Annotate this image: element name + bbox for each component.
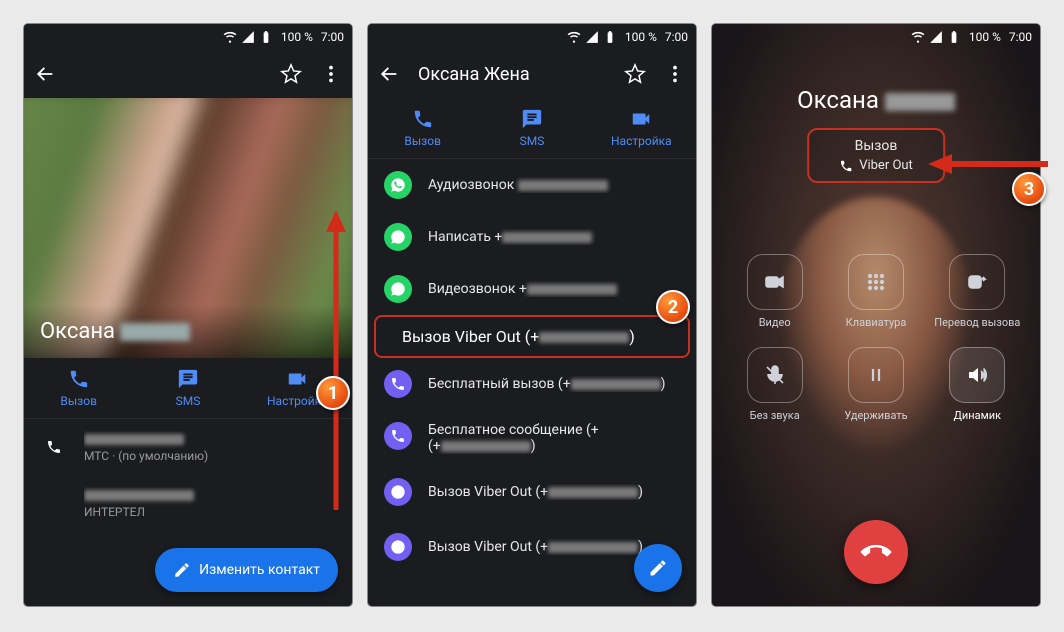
action-tabs: Вызов SMS Настройка [368, 98, 696, 159]
phone-number-row-1[interactable]: МТС · (по умолчанию) [24, 419, 352, 475]
battery-icon [603, 30, 617, 44]
status-bar: 100 % 7:00 [368, 24, 696, 50]
back-icon[interactable] [34, 63, 56, 85]
wifi-icon [223, 30, 237, 44]
tab-sms[interactable]: SMS [133, 358, 242, 418]
annotation-badge-3: 3 [1012, 172, 1046, 206]
battery-percent: 100 % [969, 30, 1001, 44]
btn-mute[interactable]: Без звука [724, 347, 825, 422]
annotation-badge-2: 2 [656, 290, 690, 324]
phone-icon [68, 368, 90, 390]
message-icon [177, 368, 199, 390]
wifi-icon [567, 30, 581, 44]
action-tabs: Вызов SMS Настройка [24, 358, 352, 419]
video-icon [286, 368, 308, 390]
call-contact-name: Оксана [712, 86, 1040, 114]
status-bar: 100 % 7:00 [712, 24, 1040, 50]
signal-icon [929, 30, 943, 44]
tab-sms[interactable]: SMS [477, 98, 586, 158]
phone-icon [412, 108, 434, 130]
call-controls: Видео Клавиатура Перевод вызова Без звук… [712, 254, 1040, 422]
row-whatsapp-audio[interactable]: Аудиозвонок [368, 159, 696, 211]
viber-icon [390, 484, 406, 500]
star-icon[interactable] [624, 63, 646, 85]
speaker-icon [965, 363, 989, 387]
viber-icon [390, 428, 406, 444]
contact-photo: Оксана [24, 98, 352, 358]
pencil-icon [173, 561, 191, 579]
annotation-arrow-up [326, 210, 346, 510]
call-provider: Viber Out [839, 158, 913, 173]
battery-percent: 100 % [281, 30, 313, 44]
mute-icon [763, 363, 787, 387]
clock: 7:00 [665, 30, 688, 44]
video-icon [630, 108, 652, 130]
pause-icon [864, 363, 888, 387]
call-status-box: Вызов Viber Out [807, 128, 945, 183]
video-icon [763, 270, 787, 294]
annotation-badge-1: 1 [316, 376, 350, 410]
viber-icon [390, 376, 406, 392]
phone-icon [855, 531, 897, 573]
transfer-icon [965, 270, 989, 294]
highlighted-viber-out-row: Вызов Viber Out (+) [374, 315, 690, 358]
battery-icon [259, 30, 273, 44]
btn-hold[interactable]: Удерживать [825, 347, 926, 422]
toolbar [24, 50, 352, 98]
btn-speaker[interactable]: Динамик [927, 347, 1028, 422]
battery-icon [947, 30, 961, 44]
signal-icon [585, 30, 599, 44]
whatsapp-icon [390, 177, 406, 193]
row-viber-out-2[interactable]: Вызов Viber Out (+) [368, 466, 696, 518]
more-icon[interactable] [664, 63, 686, 85]
battery-percent: 100 % [625, 30, 657, 44]
toolbar: Оксана Жена [368, 50, 696, 98]
row-whatsapp-video[interactable]: Видеозвонок + [368, 263, 696, 315]
status-bar: 100 % 7:00 [24, 24, 352, 50]
btn-keypad[interactable]: Клавиатура [825, 254, 926, 329]
row-whatsapp-write[interactable]: Написать + [368, 211, 696, 263]
tab-call[interactable]: Вызов [24, 358, 133, 418]
row-viber-free-call[interactable]: Бесплатный вызов (+) [368, 358, 696, 410]
end-call-button[interactable] [844, 520, 908, 584]
btn-video[interactable]: Видео [724, 254, 825, 329]
tab-call[interactable]: Вызов [368, 98, 477, 158]
message-icon [521, 108, 543, 130]
screenshot-contact-actions: 100 % 7:00 Оксана Жена Вызов SMS Настрой… [368, 24, 696, 606]
clock: 7:00 [321, 30, 344, 44]
screenshot-contact-detail: 100 % 7:00 Оксана Вызов SMS Настройка [24, 24, 352, 606]
more-icon[interactable] [320, 63, 342, 85]
row-viber-free-msg[interactable]: Бесплатное сообщение (+(+) [368, 410, 696, 466]
edit-fab[interactable] [634, 544, 682, 592]
row-viber-out[interactable]: Вызов Viber Out (+) [402, 327, 635, 346]
call-status-label: Вызов [839, 138, 913, 154]
tab-settings[interactable]: Настройка [587, 98, 696, 158]
whatsapp-icon [390, 229, 406, 245]
contact-name: Оксана [24, 305, 352, 358]
screenshot-active-call: 100 % 7:00 Оксана Вызов Viber Out Видео … [712, 24, 1040, 606]
btn-transfer[interactable]: Перевод вызова [927, 254, 1028, 329]
phone-out-icon [839, 159, 853, 173]
pencil-icon [648, 558, 668, 578]
clock: 7:00 [1009, 30, 1032, 44]
page-title: Оксана Жена [418, 64, 606, 85]
phone-number-row-2[interactable]: ИНТЕРТЕЛ [24, 475, 352, 531]
signal-icon [241, 30, 255, 44]
wifi-icon [911, 30, 925, 44]
whatsapp-icon [390, 281, 406, 297]
edit-contact-fab[interactable]: Изменить контакт [155, 548, 338, 592]
star-icon[interactable] [280, 63, 302, 85]
back-icon[interactable] [378, 63, 400, 85]
phone-icon [46, 439, 62, 455]
keypad-icon [864, 270, 888, 294]
viber-icon [390, 539, 406, 555]
